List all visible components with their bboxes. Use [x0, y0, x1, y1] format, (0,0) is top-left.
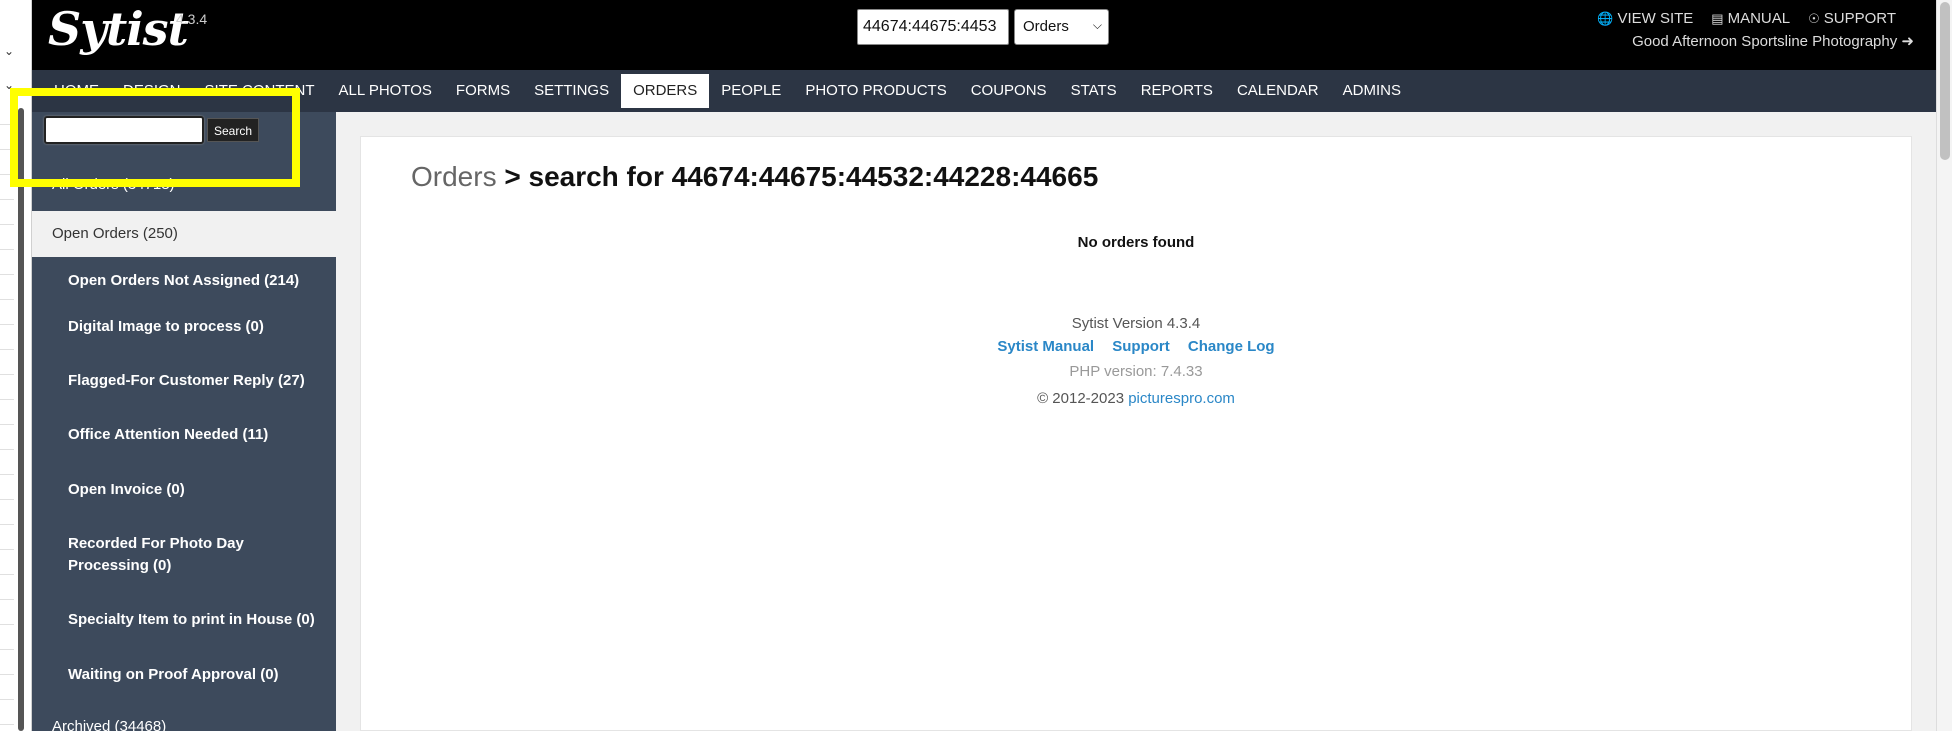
footer: Sytist Version 4.3.4 Sytist Manual Suppo… [361, 315, 1911, 407]
scrollbar-thumb[interactable] [1940, 2, 1950, 160]
greeting: Good Afternoon Sportsline Photography ➜ [1632, 33, 1914, 50]
change-log-link[interactable]: Change Log [1188, 338, 1275, 355]
nav-calendar[interactable]: CALENDAR [1225, 74, 1331, 108]
picturespro-link[interactable]: picturespro.com [1128, 390, 1235, 407]
sidebar-subitem-specialty[interactable]: Specialty Item to print in House (0) [68, 609, 318, 631]
page-scrollbar[interactable] [1936, 0, 1952, 731]
view-site-link[interactable]: 🌐 VIEW SITE [1597, 10, 1693, 27]
globe-icon: 🌐 [1597, 11, 1614, 26]
footer-links: Sytist Manual Support Change Log [361, 338, 1911, 355]
sidebar-subitem-open-invoice[interactable]: Open Invoice (0) [68, 479, 318, 501]
sidebar-item-open-orders[interactable]: Open Orders (250) [32, 211, 336, 257]
sytist-manual-link[interactable]: Sytist Manual [997, 338, 1094, 355]
nav-orders[interactable]: ORDERS [621, 74, 710, 108]
sidebar-subitem-office-attention[interactable]: Office Attention Needed (11) [68, 424, 318, 446]
top-links: 🌐 VIEW SITE ▤ MANUAL ☉ SUPPORT [1597, 10, 1896, 27]
support-link[interactable]: ☉ SUPPORT [1808, 10, 1896, 27]
sidebar-subitem-not-assigned[interactable]: Open Orders Not Assigned (214) [68, 270, 318, 292]
sidebar-subitem-photo-day[interactable]: Recorded For Photo Day Processing (0) [68, 533, 318, 577]
orders-sidebar: Search All Orders (34718) Open Orders (2… [32, 112, 336, 731]
nav-stats[interactable]: STATS [1059, 74, 1129, 108]
main-panel: Orders > search for 44674:44675:44532:44… [360, 136, 1912, 731]
nav-coupons[interactable]: COUPONS [959, 74, 1059, 108]
page-title-section[interactable]: Orders [411, 161, 497, 192]
sidebar-item-archived[interactable]: Archived (34468) [32, 718, 336, 731]
search-type-value: Orders [1023, 18, 1069, 35]
top-search-input[interactable]: 44674:44675:4453 [857, 9, 1009, 45]
footer-version: Sytist Version 4.3.4 [1071, 315, 1201, 332]
nav-forms[interactable]: FORMS [444, 74, 522, 108]
app-version: 4.3.4 [176, 11, 208, 27]
spreadsheet-grid [0, 100, 14, 731]
nav-all-photos[interactable]: ALL PHOTOS [327, 74, 444, 108]
main-nav: HOME DESIGN SITE CONTENT ALL PHOTOS FORM… [32, 70, 1936, 112]
php-version: PHP version: 7.4.33 [1069, 363, 1203, 380]
chevron-down-icon: ⌵ [1092, 18, 1102, 32]
sidebar-subitem-proof-approval[interactable]: Waiting on Proof Approval (0) [68, 664, 318, 686]
nav-reports[interactable]: REPORTS [1129, 74, 1225, 108]
highlight-box [10, 88, 300, 187]
logo[interactable]: Sytist [48, 2, 189, 56]
support-footer-link[interactable]: Support [1112, 338, 1170, 355]
sidebar-subitem-flagged[interactable]: Flagged-For Customer Reply (27) [68, 370, 318, 392]
copyright: © 2012-2023 picturespro.com [1037, 390, 1235, 407]
nav-admins[interactable]: ADMINS [1331, 74, 1413, 108]
left-scroll-track[interactable] [18, 108, 24, 731]
nav-people[interactable]: PEOPLE [709, 74, 793, 108]
page-title: Orders > search for 44674:44675:44532:44… [411, 161, 1098, 193]
lifebuoy-icon: ☉ [1808, 11, 1820, 26]
chevron-down-icon[interactable]: ⌄ [4, 44, 14, 58]
page-title-query: > search for 44674:44675:44532:44228:446… [504, 161, 1099, 192]
sidebar-subitem-digital-image[interactable]: Digital Image to process (0) [68, 316, 318, 338]
book-icon: ▤ [1711, 11, 1724, 26]
nav-photo-products[interactable]: PHOTO PRODUCTS [793, 74, 958, 108]
header: Sytist 4.3.4 44674:44675:4453 Orders ⌵ 🌐… [32, 0, 1936, 70]
empty-message: No orders found [1077, 234, 1195, 251]
manual-link[interactable]: ▤ MANUAL [1711, 10, 1790, 27]
logout-icon[interactable]: ➜ [1901, 33, 1914, 50]
nav-settings[interactable]: SETTINGS [522, 74, 621, 108]
search-type-select[interactable]: Orders ⌵ [1014, 9, 1109, 45]
